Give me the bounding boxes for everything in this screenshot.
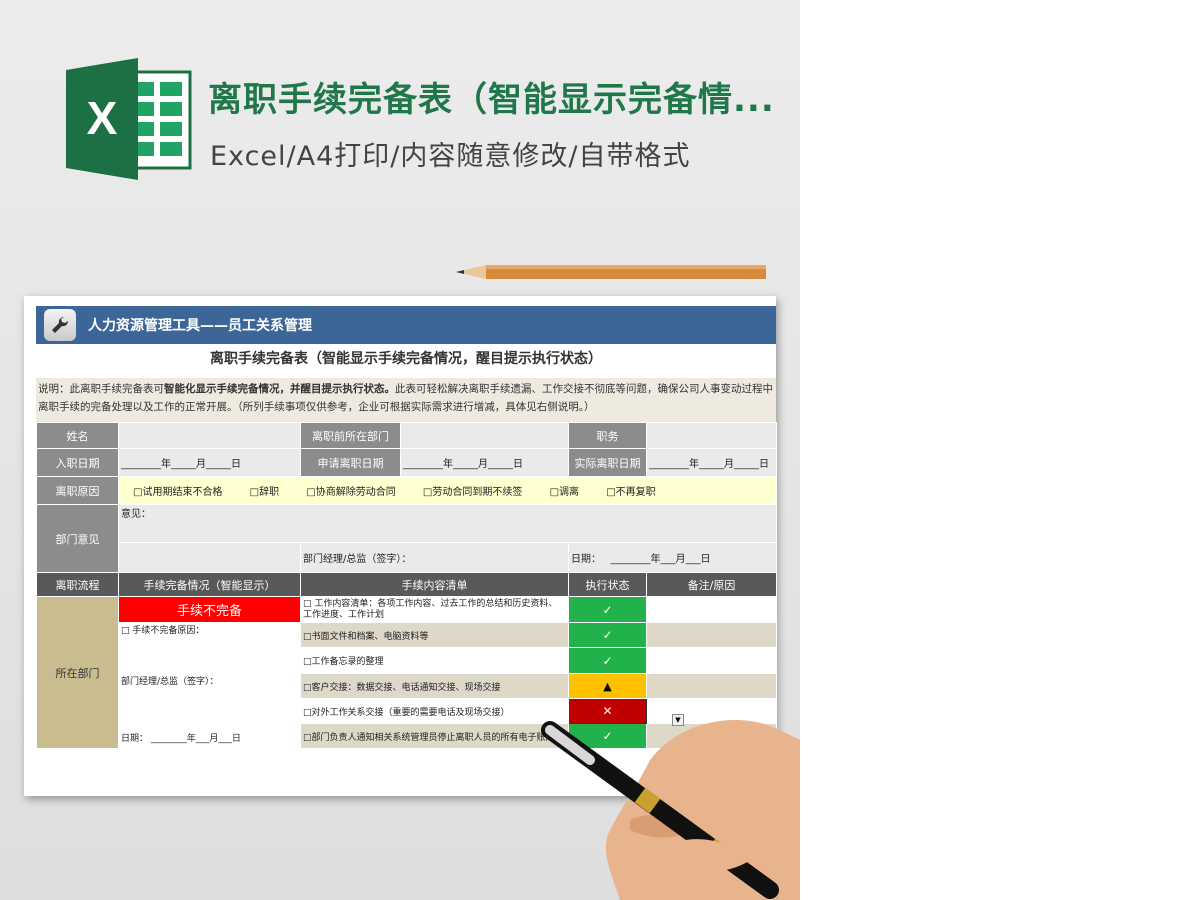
remark-cell[interactable] [646, 673, 777, 699]
logo-letter: X [87, 92, 118, 144]
excel-logo-icon: X [66, 58, 192, 180]
opinion-sign[interactable]: 部门经理/总监（签字）： [300, 542, 569, 573]
execution-status[interactable]: ✓ [568, 596, 647, 623]
opinion-date-label: 日期： [571, 554, 601, 565]
execution-status[interactable]: ▲ [568, 673, 647, 699]
reason-option[interactable]: □协商解除劳动合同 [306, 487, 395, 498]
actual-date-cell[interactable]: ________年_____月_____日 [646, 448, 777, 477]
reason-option[interactable]: □试用期结束不合格 [133, 487, 222, 498]
opinion-spacer [118, 542, 301, 573]
dept-cell[interactable] [400, 422, 569, 449]
checklist-item-line: □ 工作内容清单：各项工作内容、过去工作的总结和历史资料、 [303, 598, 558, 609]
name-cell[interactable] [118, 422, 301, 449]
remark-cell[interactable] [646, 596, 777, 623]
reason-option[interactable]: □不再复职 [606, 487, 655, 498]
reason-option[interactable]: □辞职 [250, 487, 279, 498]
checklist-item[interactable]: □ 工作内容清单：各项工作内容、过去工作的总结和历史资料、 工作进度、工作计划 [300, 596, 569, 623]
reason-options: □试用期结束不合格 □辞职 □协商解除劳动合同 □劳动合同到期不续签 □调离 □… [118, 476, 777, 505]
incomplete-reason: □ 手续不完备原因： [121, 626, 205, 636]
form-title: 离职手续完备表（智能显示手续完备情况，醒目提示执行状态） [210, 351, 602, 367]
execution-status[interactable]: ✓ [568, 622, 647, 648]
remark-cell[interactable] [646, 622, 777, 648]
page-subtitle: Excel/A4打印/内容随意修改/自带格式 [210, 141, 691, 172]
form-note: 说明：此离职手续完备表可智能化显示手续完备情况，并醒目提示执行状态。此表可轻松解… [36, 378, 776, 422]
reason-option[interactable]: □劳动合同到期不续签 [423, 487, 522, 498]
opinion-date[interactable]: 日期： ________年___月___日 [568, 542, 777, 573]
col-header-execution: 执行状态 [568, 572, 647, 597]
col-header-stage: 离职流程 [36, 572, 119, 597]
checklist-item[interactable]: □工作备忘录的整理 [300, 647, 569, 674]
apply-date-cell[interactable]: ________年_____月_____日 [400, 448, 569, 477]
position-cell[interactable] [646, 422, 777, 449]
checklist-item-line: 工作进度、工作计划 [303, 609, 385, 620]
checklist-item[interactable]: □书面文件和档案、电脑资料等 [300, 622, 569, 648]
col-header-status-display: 手续完备情况（智能显示） [118, 572, 301, 597]
hand-with-pen-icon [541, 720, 800, 900]
checklist-item[interactable]: □客户交接：数据交接、电话通知交接、现场交接 [300, 673, 569, 699]
col-header-remark: 备注/原因 [646, 572, 777, 597]
note-text-1: 说明：此离职手续完备表可 [38, 383, 164, 395]
remark-cell[interactable] [646, 647, 777, 674]
completeness-detail[interactable]: □ 手续不完备原因： 部门经理/总监（签字）： 日期： ________年___… [118, 622, 301, 749]
col-header-checklist: 手续内容清单 [300, 572, 569, 597]
checklist-item[interactable]: □对外工作关系交接（重要的需要电话及现场交接） [300, 698, 569, 724]
opinion-date-blank: ________年___月___日 [610, 554, 711, 565]
name-label: 姓名 [36, 422, 119, 449]
completeness-status: 手续不完备 [118, 596, 301, 623]
opinion-cell[interactable]: 意见： [118, 504, 777, 543]
page-title: 离职手续完备表（智能显示完备情... [208, 80, 775, 116]
position-label: 职务 [568, 422, 647, 449]
detail-sign: 部门经理/总监（签字）： [121, 677, 219, 687]
note-bold: 智能化显示手续完备情况，并醒目提示执行状态。 [164, 383, 395, 395]
pencil-icon [456, 265, 766, 279]
reason-option[interactable]: □调离 [550, 487, 579, 498]
join-date-label: 入职日期 [36, 448, 119, 477]
stage-cell: 所在部门 [36, 596, 119, 749]
detail-date: 日期： ________年___月___日 [121, 734, 241, 744]
banner-bar: 人力资源管理工具——员工关系管理 [36, 306, 776, 344]
banner-title: 人力资源管理工具——员工关系管理 [88, 318, 312, 334]
opinion-label: 部门意见 [36, 504, 119, 573]
execution-status[interactable]: ✓ [568, 647, 647, 674]
actual-date-label: 实际离职日期 [568, 448, 647, 477]
wrench-icon [44, 309, 76, 341]
opinion-text: 意见： [121, 509, 151, 520]
dept-label: 离职前所在部门 [300, 422, 401, 449]
reason-label: 离职原因 [36, 476, 119, 505]
apply-date-label: 申请离职日期 [300, 448, 401, 477]
join-date-cell[interactable]: ________年_____月_____日 [118, 448, 301, 477]
checklist-item[interactable]: □部门负责人通知相关系统管理员停止离职人员的所有电子账户 [300, 723, 569, 749]
